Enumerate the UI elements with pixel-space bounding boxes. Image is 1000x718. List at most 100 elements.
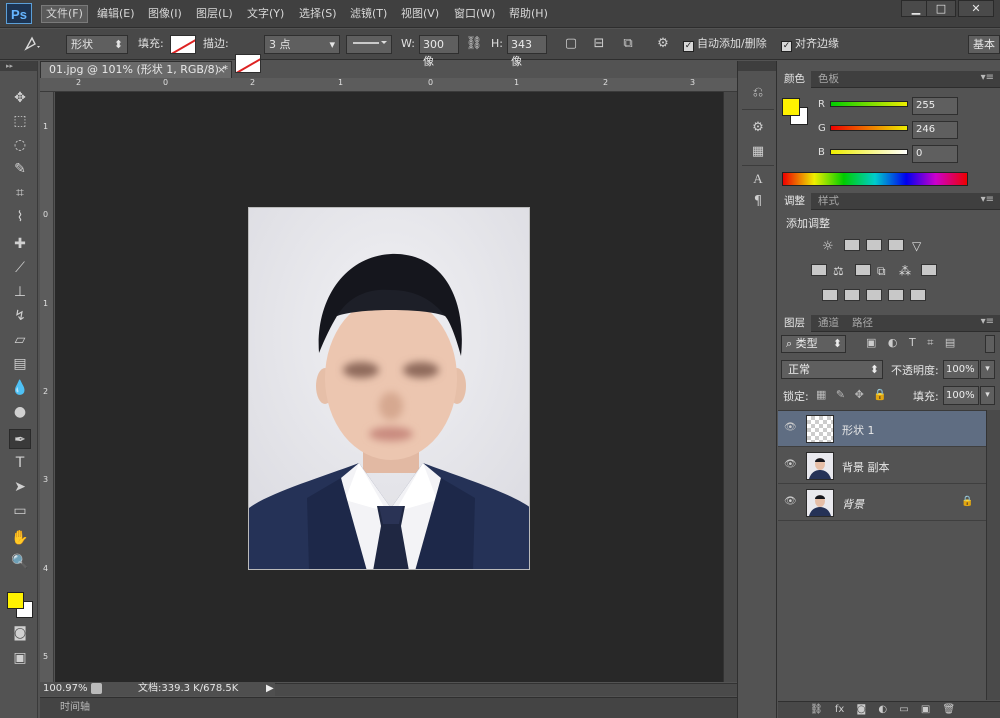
status-menu-arrow-icon[interactable]: ▶ xyxy=(266,682,274,696)
layer-thumbnail[interactable] xyxy=(806,452,834,480)
quick-selection-tool-icon[interactable]: ✎ xyxy=(9,159,31,179)
r-input[interactable]: 255 xyxy=(912,97,958,115)
panel-menu-icon[interactable]: ▾≡ xyxy=(981,316,994,327)
color-balance-icon[interactable]: ⚖ xyxy=(833,264,849,278)
posterize-icon[interactable] xyxy=(844,289,860,301)
clone-stamp-tool-icon[interactable]: ⊥ xyxy=(9,282,31,302)
document-tab[interactable]: 01.jpg @ 101% (形状 1, RGB/8) * × xyxy=(40,61,232,78)
eye-icon[interactable]: 👁 xyxy=(784,459,797,471)
menu-edit[interactable]: 编辑(E) xyxy=(93,5,139,23)
shape-tool-icon[interactable]: ▭ xyxy=(9,501,31,521)
tab-paths[interactable]: 路径 xyxy=(846,315,879,332)
exposure-icon[interactable] xyxy=(888,239,904,251)
vertical-scrollbar[interactable] xyxy=(723,92,737,682)
menu-help[interactable]: 帮助(H) xyxy=(505,5,552,23)
invert-icon[interactable] xyxy=(822,289,838,301)
vibrance-icon[interactable]: ▽ xyxy=(912,239,928,253)
eraser-tool-icon[interactable]: ▱ xyxy=(9,330,31,350)
document-canvas-photo[interactable] xyxy=(248,207,530,570)
path-alignment-icon[interactable]: ⊟ xyxy=(590,35,608,54)
zoom-level[interactable]: 100.97% xyxy=(43,682,88,696)
menu-window[interactable]: 窗口(W) xyxy=(450,5,499,23)
blur-tool-icon[interactable]: 💧 xyxy=(9,378,31,398)
color-spectrum-bar[interactable] xyxy=(782,172,968,186)
layer-row-background[interactable]: 👁 背景 🔒 xyxy=(778,485,986,521)
black-white-icon[interactable] xyxy=(855,264,871,276)
healing-brush-tool-icon[interactable]: ✚ xyxy=(9,234,31,254)
selective-color-icon[interactable] xyxy=(888,289,904,301)
layer-thumbnail[interactable] xyxy=(806,489,834,517)
dodge-tool-icon[interactable]: ● xyxy=(9,402,31,422)
menu-type[interactable]: 文字(Y) xyxy=(243,5,288,23)
brush-tool-icon[interactable]: ⟋ xyxy=(9,258,31,278)
g-input[interactable]: 246 xyxy=(912,121,958,139)
threshold-icon[interactable] xyxy=(866,289,882,301)
timeline-panel-bar[interactable]: 时间轴 xyxy=(40,697,737,718)
align-edges-option[interactable]: ✓ 对齐边缘 xyxy=(781,35,839,54)
menu-filter[interactable]: 滤镜(T) xyxy=(346,5,391,23)
quick-mask-icon[interactable]: ◙ xyxy=(9,623,31,643)
r-slider[interactable] xyxy=(830,101,908,107)
filter-toggle[interactable] xyxy=(985,335,995,353)
tab-styles[interactable]: 样式 xyxy=(812,193,845,210)
curves-icon[interactable] xyxy=(866,239,882,251)
layers-scrollbar[interactable] xyxy=(986,410,1000,700)
lasso-tool-icon[interactable]: ◌ xyxy=(9,135,31,155)
link-icon[interactable]: ⛓ xyxy=(465,35,483,54)
workspace-switcher[interactable]: 基本 xyxy=(968,35,1000,54)
foreground-color-swatch[interactable] xyxy=(7,592,24,609)
layer-filter-select[interactable]: ⌕ 类型 ⬍ xyxy=(781,335,846,353)
blend-mode-select[interactable]: 正常 ⬍ xyxy=(781,360,883,379)
auto-add-delete-option[interactable]: ✓ 自动添加/删除 xyxy=(683,35,767,54)
lock-options-icons[interactable]: ▦ ✎ ✥ 🔒 xyxy=(816,388,887,401)
layer-name[interactable]: 形状 1 xyxy=(842,422,875,438)
eyedropper-tool-icon[interactable]: ⌇ xyxy=(9,207,31,227)
panel-menu-icon[interactable]: ▾≡ xyxy=(981,194,994,205)
tab-channels[interactable]: 通道 xyxy=(812,315,845,332)
history-panel-icon[interactable]: ⎌ xyxy=(746,83,770,103)
fill-dropdown-icon[interactable]: ▾ xyxy=(980,386,995,405)
tools-panel-collapse[interactable]: ▸▸ xyxy=(0,61,37,71)
zoom-tool-icon[interactable]: 🔍 xyxy=(9,552,31,572)
eye-icon[interactable]: 👁 xyxy=(784,496,797,508)
layer-name[interactable]: 背景 副本 xyxy=(842,459,890,475)
close-icon[interactable]: × xyxy=(217,62,226,78)
layer-filter-icons[interactable]: ▣ ◐ T ⌗ ▤ xyxy=(866,336,955,350)
fill-input[interactable]: 100% xyxy=(943,386,979,405)
width-input[interactable]: 300 像 xyxy=(419,35,459,68)
character-panel-icon[interactable]: A xyxy=(746,169,770,189)
opacity-dropdown-icon[interactable]: ▾ xyxy=(980,360,995,379)
gear-icon[interactable]: ⚙ xyxy=(654,35,672,54)
pen-tool-icon[interactable]: ✒ xyxy=(9,429,31,449)
auto-add-delete-checkbox[interactable]: ✓ xyxy=(683,41,694,52)
color-foreground-swatch[interactable] xyxy=(782,98,800,116)
stroke-width-select[interactable]: 3 点 ▾ xyxy=(264,35,340,54)
menu-view[interactable]: 视图(V) xyxy=(397,5,443,23)
stroke-swatch[interactable] xyxy=(235,54,261,73)
gradient-tool-icon[interactable]: ▤ xyxy=(9,354,31,374)
tab-adjustments[interactable]: 调整 xyxy=(778,193,811,210)
close-button[interactable]: ✕ xyxy=(958,0,994,17)
brightness-contrast-icon[interactable]: ☼ xyxy=(822,239,838,254)
info-panel-icon[interactable]: ▦ xyxy=(746,142,770,162)
hand-tool-icon[interactable]: ✋ xyxy=(9,528,31,548)
tab-color[interactable]: 颜色 xyxy=(778,71,811,88)
opacity-input[interactable]: 100% xyxy=(943,360,979,379)
horizontal-scrollbar[interactable] xyxy=(275,683,737,696)
paragraph-panel-icon[interactable]: ¶ xyxy=(746,192,770,212)
layer-row-shape1[interactable]: 👁 形状 1 xyxy=(778,411,986,447)
levels-icon[interactable] xyxy=(844,239,860,251)
height-input[interactable]: 343 像 xyxy=(507,35,547,68)
menu-layer[interactable]: 图层(L) xyxy=(192,5,237,23)
g-slider[interactable] xyxy=(830,125,908,131)
menu-image[interactable]: 图像(I) xyxy=(144,5,186,23)
stroke-type-select[interactable] xyxy=(346,35,392,54)
properties-panel-icon[interactable]: ⚙ xyxy=(746,118,770,138)
type-tool-icon[interactable]: T xyxy=(9,453,31,473)
path-operations-icon[interactable]: ▢ xyxy=(562,35,580,54)
path-arrangement-icon[interactable]: ⧉ xyxy=(618,35,638,54)
status-info-icon[interactable] xyxy=(91,683,102,694)
fill-swatch[interactable] xyxy=(170,35,196,54)
channel-mixer-icon[interactable]: ⁂ xyxy=(899,264,915,278)
menu-file[interactable]: 文件(F) xyxy=(41,5,88,23)
